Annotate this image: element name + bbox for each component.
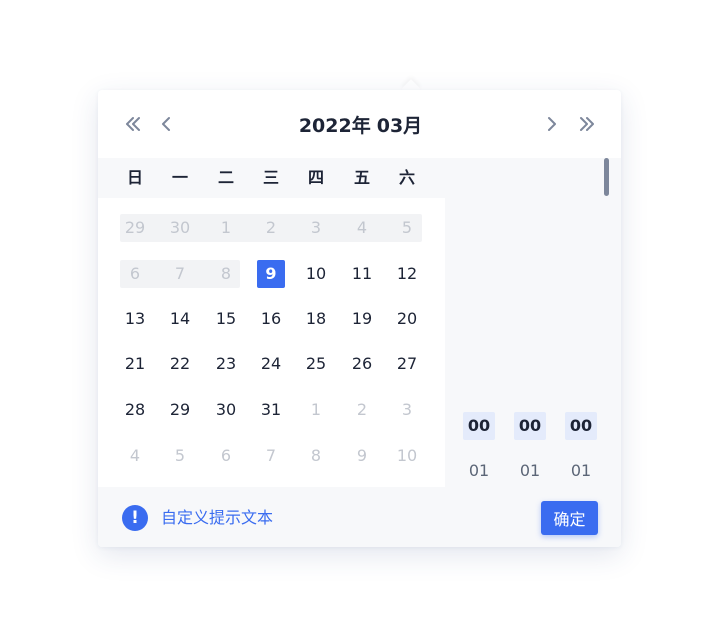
day-cell-other-month[interactable]: 3 [392, 395, 422, 425]
day-cell-other-month[interactable]: 5 [392, 213, 422, 243]
day-cell[interactable]: 24 [256, 349, 286, 379]
day-cell-selected[interactable]: 9 [257, 260, 285, 288]
day-cell-other-month[interactable]: 7 [256, 441, 286, 471]
picker-header: 2022年 03月 [98, 90, 621, 158]
day-cell[interactable]: 18 [301, 304, 331, 334]
confirm-button[interactable]: 确定 [541, 501, 598, 535]
second-option[interactable]: 01 [565, 457, 597, 485]
day-cell-other-month[interactable]: 8 [211, 259, 241, 289]
prev-month-icon[interactable] [151, 110, 181, 138]
second-option[interactable]: 00 [565, 412, 597, 440]
picker-footer: ! 自定义提示文本 确定 [98, 487, 621, 547]
hour-option[interactable]: 01 [463, 457, 495, 485]
days-grid: 29 30 1 2 3 4 5 6 7 8 9 10 11 12 13 14 15 16 18 19 20 21 22 23 2… [98, 198, 445, 487]
day-cell-other-month[interactable]: 29 [120, 213, 150, 243]
day-cell-other-month[interactable]: 4 [120, 441, 150, 471]
day-cell[interactable]: 10 [301, 259, 331, 289]
month-label[interactable]: 03月 [377, 111, 422, 138]
day-cell-other-month[interactable]: 3 [301, 213, 331, 243]
day-cell-other-month[interactable]: 8 [301, 441, 331, 471]
day-cell-other-month[interactable]: 5 [165, 441, 195, 471]
day-cell[interactable]: 20 [392, 304, 422, 334]
day-cell[interactable]: 29 [165, 395, 195, 425]
day-cell-other-month[interactable]: 10 [392, 441, 422, 471]
day-cell-other-month[interactable]: 7 [165, 259, 195, 289]
day-cell[interactable]: 27 [392, 349, 422, 379]
day-cell-other-month[interactable]: 4 [347, 213, 377, 243]
weekday-label: 四 [307, 168, 324, 187]
day-cell[interactable]: 11 [347, 259, 377, 289]
weekday-label: 日 [126, 168, 143, 187]
day-cell-other-month[interactable]: 30 [165, 213, 195, 243]
weekday-label: 五 [353, 168, 370, 187]
weekday-label: 三 [262, 168, 279, 187]
day-cell[interactable]: 14 [165, 304, 195, 334]
day-cell[interactable]: 13 [120, 304, 150, 334]
day-cell[interactable]: 31 [256, 395, 286, 425]
time-scrollbar[interactable] [604, 158, 609, 196]
day-cell-other-month[interactable]: 6 [211, 441, 241, 471]
next-month-icon[interactable] [537, 110, 567, 138]
day-cell-other-month[interactable]: 1 [301, 395, 331, 425]
year-label[interactable]: 2022年 [299, 111, 371, 138]
hour-column[interactable]: 00010203 [463, 198, 497, 526]
minute-option[interactable]: 00 [514, 412, 546, 440]
day-cell-other-month[interactable]: 1 [211, 213, 241, 243]
second-column[interactable]: 00010203 [565, 198, 599, 526]
next-year-icon[interactable] [572, 110, 602, 138]
day-cell[interactable]: 25 [301, 349, 331, 379]
prev-year-icon[interactable] [118, 110, 148, 138]
day-cell[interactable]: 26 [347, 349, 377, 379]
day-cell[interactable]: 23 [211, 349, 241, 379]
weekday-label: 二 [217, 168, 234, 187]
day-cell[interactable]: 19 [347, 304, 377, 334]
day-cell[interactable]: 30 [211, 395, 241, 425]
day-cell[interactable]: 21 [120, 349, 150, 379]
day-cell-other-month[interactable]: 2 [347, 395, 377, 425]
day-cell-other-month[interactable]: 9 [347, 441, 377, 471]
weekday-label: 一 [171, 168, 188, 187]
weekday-label: 六 [398, 168, 415, 187]
info-icon: ! [122, 505, 148, 531]
minute-column[interactable]: 00010203 [514, 198, 548, 526]
time-selector: 000102030001020300010203 [445, 158, 621, 526]
day-cell[interactable]: 12 [392, 259, 422, 289]
day-cell[interactable]: 22 [165, 349, 195, 379]
day-cell[interactable]: 16 [256, 304, 286, 334]
minute-option[interactable]: 01 [514, 457, 546, 485]
hint-text: 自定义提示文本 [161, 508, 274, 527]
day-cell-other-month[interactable]: 2 [256, 213, 286, 243]
month-year-title[interactable]: 2022年 03月 [248, 108, 473, 140]
weekday-header: 日一二三四五六 [98, 158, 621, 198]
day-cell[interactable]: 28 [120, 395, 150, 425]
day-cell[interactable]: 15 [211, 304, 241, 334]
hour-option[interactable]: 00 [463, 412, 495, 440]
day-cell-other-month[interactable]: 6 [120, 259, 150, 289]
date-time-picker: 2022年 03月 日一二三四五六 29 30 1 2 3 4 5 6 7 8 9 10 11 12 13 1… [98, 90, 621, 547]
